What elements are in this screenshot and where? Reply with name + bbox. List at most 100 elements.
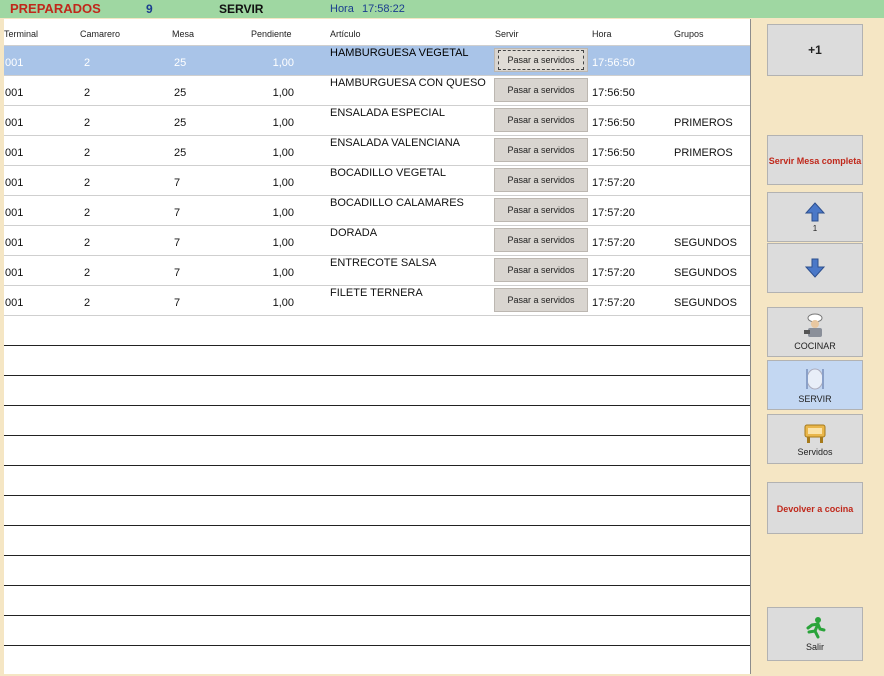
table-row[interactable]: 001 2 25 1,00 HAMBURGUESA VEGETAL Pasar a ser… bbox=[4, 46, 750, 76]
cell-camarero: 2 bbox=[84, 87, 91, 99]
cell-hora: 17:57:20 bbox=[592, 237, 635, 249]
section-title: PREPARADOS bbox=[10, 1, 101, 16]
table-row[interactable]: 001 2 7 1,00 ENTRECOTE SALSA Pasar a servidos… bbox=[4, 256, 750, 286]
pasar-a-servidos-label: Pasar a servidos bbox=[498, 50, 584, 70]
table-row[interactable]: 001 2 7 1,00 FILETE TERNERA Pasar a servidos 1… bbox=[4, 286, 750, 316]
scroll-down-button[interactable] bbox=[767, 243, 863, 293]
cell-articulo: DORADA bbox=[330, 227, 378, 239]
cocinar-button[interactable]: COCINAR bbox=[767, 307, 863, 357]
cell-camarero: 2 bbox=[84, 147, 91, 159]
empty-row bbox=[4, 406, 750, 436]
cell-terminal: 001 bbox=[5, 57, 24, 69]
cell-grupo: PRIMEROS bbox=[674, 147, 733, 159]
empty-row bbox=[4, 586, 750, 616]
pasar-a-servidos-button[interactable]: Pasar a servidos bbox=[494, 138, 588, 162]
pasar-a-servidos-button[interactable]: Pasar a servidos bbox=[494, 48, 588, 72]
cell-terminal: 001 bbox=[5, 237, 24, 249]
pasar-a-servidos-button[interactable]: Pasar a servidos bbox=[494, 288, 588, 312]
clock-value: 17:58:22 bbox=[362, 3, 405, 15]
pasar-a-servidos-button[interactable]: Pasar a servidos bbox=[494, 108, 588, 132]
chef-icon bbox=[804, 313, 823, 337]
cell-pendiente: 1,00 bbox=[272, 147, 294, 159]
pasar-a-servidos-label: Pasar a servidos bbox=[507, 235, 575, 245]
cell-hora: 17:56:50 bbox=[592, 87, 635, 99]
pasar-a-servidos-label: Pasar a servidos bbox=[507, 85, 575, 95]
pasar-a-servidos-label: Pasar a servidos bbox=[507, 295, 575, 305]
empty-row bbox=[4, 466, 750, 496]
servir-mesa-label: Servir Mesa completa bbox=[768, 156, 862, 166]
plus-one-button[interactable]: +1 bbox=[767, 24, 863, 76]
item-count: 9 bbox=[146, 2, 153, 16]
tray-icon bbox=[804, 424, 826, 443]
pasar-a-servidos-button[interactable]: Pasar a servidos bbox=[494, 258, 588, 282]
cell-terminal: 001 bbox=[5, 297, 24, 309]
salir-button[interactable]: Salir bbox=[767, 607, 863, 661]
pasar-a-servidos-button[interactable]: Pasar a servidos bbox=[494, 198, 588, 222]
cell-pendiente: 1,00 bbox=[272, 207, 294, 219]
pasar-a-servidos-button[interactable]: Pasar a servidos bbox=[494, 228, 588, 252]
col-hora: Hora bbox=[592, 29, 612, 39]
cell-grupo: SEGUNDOS bbox=[674, 237, 737, 249]
cell-articulo: FILETE TERNERA bbox=[330, 287, 423, 299]
pasar-a-servidos-label: Pasar a servidos bbox=[507, 115, 575, 125]
cell-camarero: 2 bbox=[84, 267, 91, 279]
col-articulo: Artículo bbox=[330, 29, 361, 39]
cell-mesa: 7 bbox=[174, 297, 181, 309]
cell-pendiente: 1,00 bbox=[272, 177, 294, 189]
table-row[interactable]: 001 2 25 1,00 ENSALADA VALENCIANA Pasar a ser… bbox=[4, 136, 750, 166]
servidos-label: Servidos bbox=[797, 447, 833, 457]
table-header: Terminal Camarero Mesa Pendiente Artícul… bbox=[4, 19, 750, 46]
pasar-a-servidos-button[interactable]: Pasar a servidos bbox=[494, 78, 588, 102]
cell-mesa: 25 bbox=[174, 147, 187, 159]
cell-hora: 17:57:20 bbox=[592, 177, 635, 189]
cell-articulo: BOCADILLO CALAMARES bbox=[330, 197, 464, 209]
col-grupos: Grupos bbox=[674, 29, 704, 39]
table-row[interactable]: 001 2 7 1,00 BOCADILLO VEGETAL Pasar a servid… bbox=[4, 166, 750, 196]
scroll-up-button[interactable]: 1 bbox=[767, 192, 863, 242]
page-number: 1 bbox=[812, 223, 818, 233]
table-row[interactable]: 001 2 25 1,00 HAMBURGUESA CON QUESO Pasar a s… bbox=[4, 76, 750, 106]
cell-articulo: ENSALADA ESPECIAL bbox=[330, 107, 445, 119]
cell-mesa: 7 bbox=[174, 207, 181, 219]
pasar-a-servidos-label: Pasar a servidos bbox=[507, 175, 575, 185]
col-camarero: Camarero bbox=[80, 29, 121, 39]
cell-pendiente: 1,00 bbox=[272, 57, 294, 69]
pasar-a-servidos-label: Pasar a servidos bbox=[507, 205, 575, 215]
table-row[interactable]: 001 2 7 1,00 BOCADILLO CALAMARES Pasar a serv… bbox=[4, 196, 750, 226]
pasar-a-servidos-button[interactable]: Pasar a servidos bbox=[494, 168, 588, 192]
devolver-cocina-button[interactable]: Devolver a cocina bbox=[767, 482, 863, 534]
cell-pendiente: 1,00 bbox=[272, 117, 294, 129]
cell-mesa: 25 bbox=[174, 117, 187, 129]
cell-mesa: 7 bbox=[174, 267, 181, 279]
cell-mesa: 25 bbox=[174, 57, 187, 69]
cell-terminal: 001 bbox=[5, 207, 24, 219]
plus-one-label: +1 bbox=[808, 43, 822, 57]
cell-grupo: PRIMEROS bbox=[674, 117, 733, 129]
empty-row bbox=[4, 496, 750, 526]
cell-articulo: HAMBURGUESA CON QUESO bbox=[330, 77, 486, 89]
servir-button[interactable]: SERVIR bbox=[767, 360, 863, 410]
col-mesa: Mesa bbox=[172, 29, 195, 39]
cell-articulo: BOCADILLO VEGETAL bbox=[330, 167, 446, 179]
mode-title: SERVIR bbox=[219, 2, 264, 16]
cell-pendiente: 1,00 bbox=[272, 297, 294, 309]
cell-articulo: ENSALADA VALENCIANA bbox=[330, 137, 461, 149]
salir-label: Salir bbox=[805, 642, 824, 652]
table-row[interactable]: 001 2 7 1,00 DORADA Pasar a servidos 17:57:20 S… bbox=[4, 226, 750, 256]
cell-mesa: 7 bbox=[174, 237, 181, 249]
cell-camarero: 2 bbox=[84, 207, 91, 219]
servir-mesa-completa-button[interactable]: Servir Mesa completa bbox=[767, 135, 863, 185]
clock-label: Hora bbox=[330, 3, 354, 15]
cell-camarero: 2 bbox=[84, 237, 91, 249]
empty-row bbox=[4, 436, 750, 466]
empty-row bbox=[4, 646, 750, 674]
servidos-button[interactable]: Servidos bbox=[767, 414, 863, 464]
cell-articulo: HAMBURGUESA VEGETAL bbox=[330, 47, 469, 59]
arrow-up-icon bbox=[805, 201, 825, 221]
empty-row bbox=[4, 346, 750, 376]
cell-camarero: 2 bbox=[84, 57, 91, 69]
table-row[interactable]: 001 2 25 1,00 ENSALADA ESPECIAL Pasar a servi… bbox=[4, 106, 750, 136]
cell-grupo: SEGUNDOS bbox=[674, 267, 737, 279]
cell-hora: 17:57:20 bbox=[592, 267, 635, 279]
cell-articulo: ENTRECOTE SALSA bbox=[330, 257, 437, 269]
